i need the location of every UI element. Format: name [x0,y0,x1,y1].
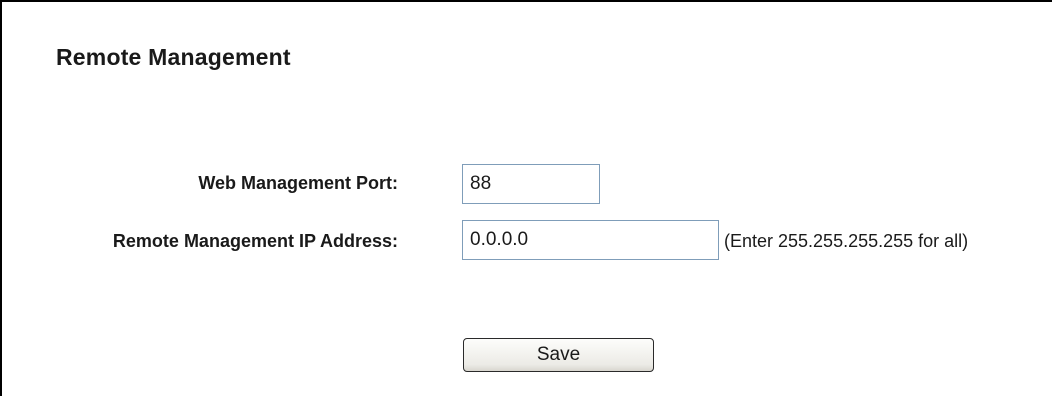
save-button[interactable]: Save [463,338,654,372]
web-management-port-input[interactable] [462,164,600,204]
web-management-port-label: Web Management Port: [198,173,398,193]
remote-management-ip-label: Remote Management IP Address: [112,231,398,251]
ip-address-hint: (Enter 255.255.255.255 for all) [724,231,969,251]
remote-management-ip-input[interactable] [462,220,719,260]
page-title: Remote Management [56,44,291,70]
page-frame: Remote Management Web Management Port: R… [0,0,1052,396]
